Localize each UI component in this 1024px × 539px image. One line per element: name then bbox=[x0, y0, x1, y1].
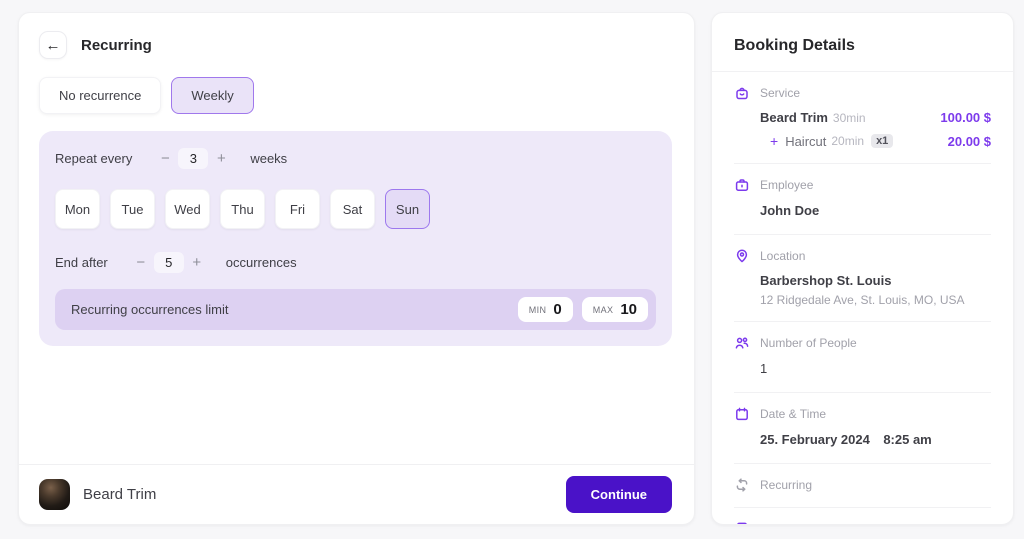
employee-name: John Doe bbox=[760, 203, 819, 218]
limit-badges: MIN 0 MAX 10 bbox=[518, 297, 648, 322]
date-value: 25. February 2024 bbox=[760, 432, 870, 447]
recurring-panel-body: ← Recurring No recurrence Weekly Repeat … bbox=[19, 13, 694, 464]
section-service: Service Beard Trim 30min 100.00 $ + Hair… bbox=[734, 72, 991, 164]
max-value: 10 bbox=[620, 301, 637, 318]
time-value: 8:25 am bbox=[883, 432, 931, 447]
option-no-recurrence[interactable]: No recurrence bbox=[39, 77, 161, 114]
service-bag-icon bbox=[734, 85, 750, 101]
section-employee: Employee John Doe bbox=[734, 164, 991, 235]
repeat-minus-button[interactable]: − bbox=[154, 147, 176, 169]
day-button-wed[interactable]: Wed bbox=[165, 189, 210, 229]
extra-price: 20.00 $ bbox=[948, 134, 991, 149]
service-extra-row: + Haircut 20min x1 20.00 $ bbox=[760, 133, 991, 149]
calculator-icon bbox=[734, 521, 750, 525]
service-item-price: 100.00 $ bbox=[940, 110, 991, 125]
people-content: 1 bbox=[734, 360, 991, 378]
location-label: Location bbox=[760, 249, 805, 263]
employee-content: John Doe bbox=[734, 202, 991, 220]
day-button-sun[interactable]: Sun bbox=[385, 189, 430, 229]
extra-duration: 20min bbox=[831, 134, 864, 148]
employee-label: Employee bbox=[760, 178, 813, 192]
min-value: 0 bbox=[553, 301, 561, 318]
repeat-plus-button[interactable]: + bbox=[210, 147, 232, 169]
service-content: Beard Trim 30min 100.00 $ + Haircut 20mi… bbox=[734, 110, 991, 149]
end-after-value: 5 bbox=[154, 252, 184, 273]
max-label: MAX bbox=[593, 305, 614, 315]
min-limit-badge: MIN 0 bbox=[518, 297, 573, 322]
day-button-sat[interactable]: Sat bbox=[330, 189, 375, 229]
employee-label-row: Employee bbox=[734, 177, 991, 193]
section-recurring: Recurring bbox=[734, 464, 991, 508]
max-limit-badge: MAX 10 bbox=[582, 297, 648, 322]
footer-service-name: Beard Trim bbox=[83, 486, 553, 503]
recurring-label: Recurring bbox=[760, 478, 812, 492]
people-value: 1 bbox=[760, 361, 767, 376]
occurrences-limit-bar: Recurring occurrences limit MIN 0 MAX 10 bbox=[55, 289, 656, 330]
briefcase-icon bbox=[734, 177, 750, 193]
service-label-row: Service bbox=[734, 85, 991, 101]
service-item-name: Beard Trim bbox=[760, 110, 828, 125]
location-content: Barbershop St. Louis 12 Ridgedale Ave, S… bbox=[734, 273, 991, 307]
section-people: Number of People 1 bbox=[734, 322, 991, 393]
plus-icon: + bbox=[770, 133, 778, 149]
section-datetime: Date & Time 25. February 2024 8:25 am bbox=[734, 393, 991, 464]
location-label-row: Location bbox=[734, 248, 991, 264]
repeat-value: 3 bbox=[178, 148, 208, 169]
day-button-mon[interactable]: Mon bbox=[55, 189, 100, 229]
repeat-every-label: Repeat every bbox=[55, 151, 132, 166]
weekday-selector: Mon Tue Wed Thu Fri Sat Sun bbox=[55, 189, 656, 229]
extra-name: Haircut bbox=[785, 134, 826, 149]
recurring-header: ← Recurring bbox=[39, 31, 672, 59]
option-weekly[interactable]: Weekly bbox=[171, 77, 253, 114]
service-avatar bbox=[39, 479, 70, 510]
page: ← Recurring No recurrence Weekly Repeat … bbox=[0, 0, 1024, 539]
section-location: Location Barbershop St. Louis 12 Ridgeda… bbox=[734, 235, 991, 322]
datetime-content: 25. February 2024 8:25 am bbox=[734, 431, 991, 449]
service-item-row: Beard Trim 30min 100.00 $ bbox=[760, 110, 991, 125]
end-after-label: End after bbox=[55, 255, 108, 270]
end-after-plus-button[interactable]: + bbox=[186, 251, 208, 273]
day-button-tue[interactable]: Tue bbox=[110, 189, 155, 229]
repeat-unit-label: weeks bbox=[250, 151, 287, 166]
service-label: Service bbox=[760, 86, 800, 100]
day-button-thu[interactable]: Thu bbox=[220, 189, 265, 229]
min-label: MIN bbox=[529, 305, 547, 315]
location-name: Barbershop St. Louis bbox=[760, 273, 991, 288]
location-address: 12 Ridgedale Ave, St. Louis, MO, USA bbox=[760, 293, 991, 307]
back-button[interactable]: ← bbox=[39, 31, 67, 59]
recurring-label-row: Recurring bbox=[734, 477, 991, 493]
arrow-left-icon: ← bbox=[46, 38, 61, 53]
datetime-label: Date & Time bbox=[760, 407, 826, 421]
recurring-panel: ← Recurring No recurrence Weekly Repeat … bbox=[18, 12, 695, 525]
repeat-settings-container: Repeat every − 3 + weeks Mon Tue Wed Thu… bbox=[39, 131, 672, 346]
day-button-fri[interactable]: Fri bbox=[275, 189, 320, 229]
total-price-label: Total Price bbox=[760, 522, 816, 525]
repeat-icon bbox=[734, 477, 750, 493]
datetime-label-row: Date & Time bbox=[734, 406, 991, 422]
calendar-icon bbox=[734, 406, 750, 422]
map-pin-icon bbox=[734, 248, 750, 264]
continue-button[interactable]: Continue bbox=[566, 476, 672, 513]
service-item-duration: 30min bbox=[833, 111, 866, 125]
panel-footer: Beard Trim Continue bbox=[19, 464, 694, 524]
booking-details-title: Booking Details bbox=[734, 31, 991, 57]
section-total-price: Total Price 600.00 $ bbox=[734, 508, 991, 525]
total-label-row: Total Price bbox=[734, 521, 991, 525]
booking-details-panel: Booking Details Service Beard Trim 30min… bbox=[711, 12, 1014, 525]
end-after-row: End after − 5 + occurrences bbox=[55, 251, 656, 273]
repeat-every-row: Repeat every − 3 + weeks bbox=[55, 147, 656, 169]
people-label: Number of People bbox=[760, 336, 857, 350]
page-title: Recurring bbox=[81, 37, 152, 54]
quantity-badge: x1 bbox=[871, 134, 893, 148]
recurrence-options: No recurrence Weekly bbox=[39, 77, 672, 114]
end-after-unit-label: occurrences bbox=[226, 255, 297, 270]
occurrences-limit-label: Recurring occurrences limit bbox=[71, 302, 518, 317]
people-icon bbox=[734, 335, 750, 351]
end-after-minus-button[interactable]: − bbox=[130, 251, 152, 273]
people-label-row: Number of People bbox=[734, 335, 991, 351]
